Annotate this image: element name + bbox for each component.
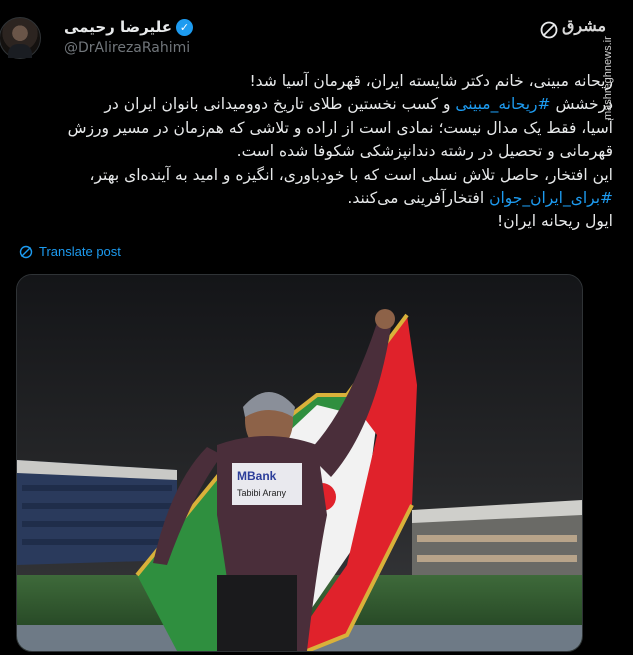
tweet-line: قهرمانی و تحصیل در رشته دندانپزشکی شکوفا… [33,140,613,163]
translate-label[interactable]: Translate post [39,244,121,259]
tweet-text-segment: ایول ریحانه ایران! [497,212,613,231]
avatar[interactable] [0,17,41,59]
athlete-photo: MBank Tabibi Arany [17,275,582,651]
tweet-media-image[interactable]: MBank Tabibi Arany [16,274,583,652]
author-handle[interactable]: @DrAlirezaRahimi [64,40,190,56]
tweet-line: این افتخار، حاصل تلاش نسلی است که با خود… [33,164,613,187]
grok-icon[interactable] [539,20,559,40]
author-display-name[interactable]: علیرضا رحیمی [64,18,172,36]
hashtag-link[interactable]: #برای_ایران_جوان [489,189,613,207]
tweet-header: علیرضا رحیمی ✓ @DrAlirezaRahimi مشرق [0,14,633,60]
mashregh-logo: مشرق [562,16,607,35]
author-name-row[interactable]: علیرضا رحیمی ✓ [64,18,193,36]
tweet-line: ریحانه مبینی، خانم دکتر شایسته ایران، قه… [33,70,613,93]
tweet-line: آسیا، فقط یک مدال نیست؛ نمادی است از ارا… [33,117,613,140]
tweet-line: درخشش #ریحانه_مبینی و کسب نخستین طلای تا… [33,93,613,116]
verified-badge-icon: ✓ [175,18,193,36]
tweet-text-segment: آسیا، فقط یک مدال نیست؛ نمادی است از ارا… [67,118,613,137]
translate-post-link[interactable]: Translate post [19,244,121,259]
tweet-line: #برای_ایران_جوان افتخارآفرینی می‌کنند. [33,187,613,210]
tweet-text-segment: این افتخار، حاصل تلاش نسلی است که با خود… [89,165,613,184]
tweet-text: ریحانه مبینی، خانم دکتر شایسته ایران، قه… [33,70,613,234]
translate-icon [19,245,33,258]
hashtag-link[interactable]: #ریحانه_مبینی [455,95,550,113]
tweet-text-segment: افتخارآفرینی می‌کنند. [347,189,490,208]
tweet-line: ایول ریحانه ایران! [33,210,613,233]
tweet-text-segment: ریحانه مبینی، خانم دکتر شایسته ایران، قه… [249,72,613,90]
tweet-text-segment: درخشش [550,95,613,114]
bib-name: Tabibi Arany [237,488,287,498]
tweet-text-segment: و کسب نخستین طلای تاریخ دوومیدانی بانوان… [104,95,456,114]
bib-sponsor: MBank [237,469,277,483]
tweet-text-segment: قهرمانی و تحصیل در رشته دندانپزشکی شکوفا… [236,142,613,161]
